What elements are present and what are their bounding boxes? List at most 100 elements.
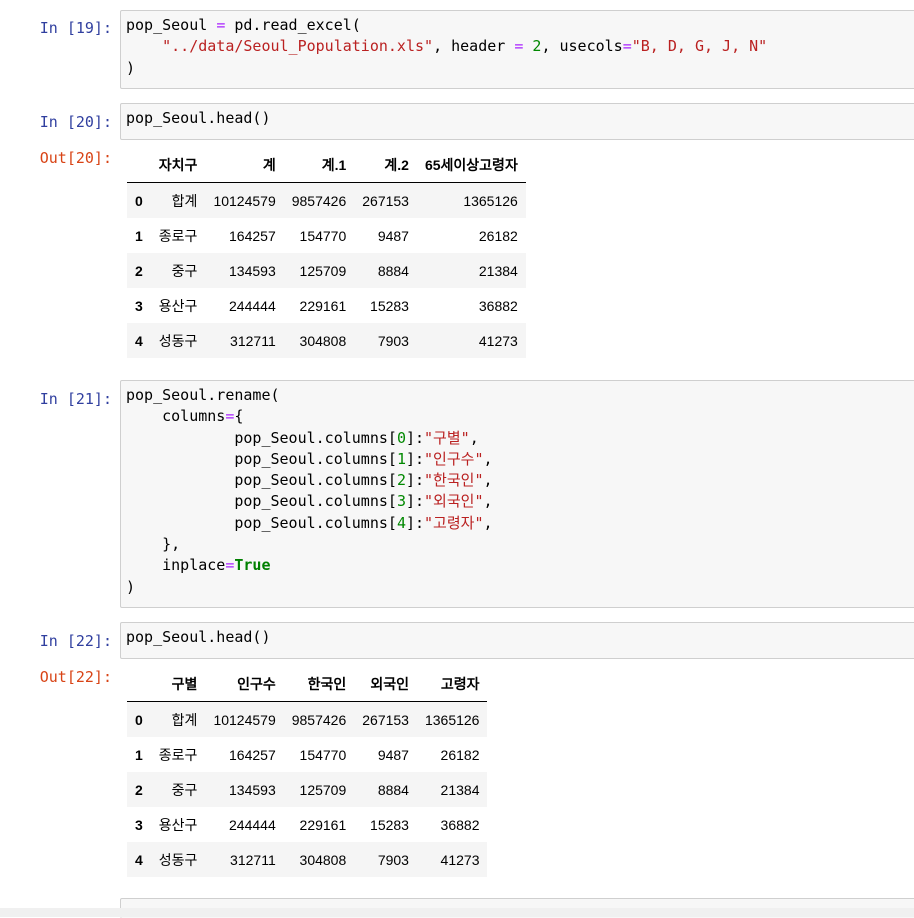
column-header: 인구수 — [205, 667, 284, 702]
output-prompt: Out[22]: — [39, 668, 112, 686]
code-editor[interactable]: pop_Seoul = pd.read_excel( "../data/Seou… — [120, 10, 914, 89]
code-editor[interactable]: pop_Seoul.head() — [120, 103, 914, 140]
table-cell: 125709 — [299, 262, 347, 279]
table-cell: 8884 — [377, 262, 409, 279]
code-token: = — [622, 37, 632, 56]
code-text[interactable]: pop_Seoul = pd.read_excel( "../data/Seou… — [121, 11, 914, 83]
row-index: 4 — [135, 851, 143, 868]
output-prompt: Out[20]: — [39, 149, 112, 167]
code-token: "외국인" — [424, 492, 484, 511]
table-cell: 164257 — [229, 746, 276, 763]
code-token: 3 — [396, 492, 406, 511]
input-prompt: In [19]: — [39, 19, 112, 37]
column-header: 외국인 — [354, 667, 417, 702]
input-prompt: In [22]: — [39, 632, 112, 650]
column-header: 계.2 — [354, 148, 417, 183]
index-header — [127, 148, 151, 183]
code-token: "인구수" — [424, 449, 484, 468]
table-header-row: 구별 인구수 한국인 외국인 고령자 — [127, 667, 488, 702]
table-cell: 41273 — [440, 851, 480, 868]
column-header: 고령자 — [416, 667, 488, 702]
table-cell: 164257 — [229, 227, 276, 244]
code-token: 1 — [396, 449, 406, 468]
table-cell: 229161 — [299, 816, 347, 833]
table-cell: 21384 — [440, 781, 480, 798]
code-editor[interactable]: pop_Seoul.rename( columns={ pop_Seoul.co… — [120, 380, 914, 608]
code-token: "../data/Seoul_Population.xls" — [162, 37, 434, 56]
code-text[interactable]: pop_Seoul.head() — [121, 104, 914, 133]
code-text[interactable]: pop_Seoul.head() — [121, 623, 914, 652]
column-header: 자치구 — [150, 148, 206, 183]
table-row: 0 합계 10124579 9857426 267153 1365126 — [127, 182, 526, 218]
code-token: "한국인" — [424, 471, 484, 490]
table-cell: 134593 — [229, 781, 276, 798]
table-cell: 134593 — [229, 262, 276, 279]
table-cell: 154770 — [299, 746, 347, 763]
code-token: = — [216, 16, 226, 34]
code-token: , — [469, 428, 479, 447]
code-text[interactable]: pop_Seoul.rename( columns={ pop_Seoul.co… — [121, 381, 914, 602]
table-cell: 229161 — [299, 297, 347, 314]
table-cell: 36882 — [440, 816, 480, 833]
code-token: ]: — [405, 449, 425, 468]
code-token: , — [483, 471, 493, 490]
code-token: pop_Seoul.columns[ — [126, 513, 397, 532]
code-token: ]: — [405, 471, 425, 490]
code-token: "고령자" — [424, 513, 484, 532]
table-cell: 21384 — [478, 262, 518, 279]
row-index: 0 — [135, 711, 143, 728]
row-index: 3 — [135, 297, 143, 314]
code-token: pop_Seoul.head() — [126, 109, 271, 127]
dataframe-output: 구별 인구수 한국인 외국인 고령자 0 합계 10124579 9857426 267153 1… — [127, 667, 488, 877]
table-cell: 15283 — [370, 816, 409, 833]
column-header: 구별 — [150, 667, 206, 702]
code-token: "구별" — [424, 428, 470, 447]
table-cell: 1365126 — [463, 192, 518, 209]
table-row: 3 용산구 244444 229161 15283 36882 — [127, 288, 526, 323]
code-token: pop_Seoul — [126, 16, 217, 34]
table-cell: 7903 — [377, 851, 409, 868]
table-cell: 10124579 — [213, 192, 276, 209]
code-token: ]: — [405, 492, 425, 511]
code-token: ) — [126, 577, 136, 596]
table-row: 4 성동구 312711 304808 7903 41273 — [127, 842, 488, 877]
table-row: 1 종로구 164257 154770 9487 26182 — [127, 737, 487, 772]
table-cell: 267153 — [362, 711, 409, 728]
column-header: 계.1 — [283, 148, 355, 183]
code-token: , usecols — [541, 37, 623, 56]
code-token: pop_Seoul.head() — [126, 628, 271, 646]
table-cell: 종로구 — [158, 746, 198, 763]
table-cell: 성동구 — [158, 851, 198, 868]
code-editor[interactable]: pop_Seoul.head() — [120, 622, 914, 659]
code-token: 2 — [396, 471, 406, 490]
table-row: 2 중구 134593 125709 8884 21384 — [127, 253, 526, 288]
table-cell: 312711 — [230, 332, 276, 349]
code-token: , — [483, 492, 493, 511]
input-prompt: In [20]: — [39, 113, 112, 131]
table-row: 2 중구 134593 125709 8884 21384 — [127, 772, 488, 807]
table-cell: 9857426 — [291, 192, 347, 209]
row-index: 1 — [135, 746, 143, 763]
row-index: 1 — [135, 227, 143, 244]
code-token: pop_Seoul.columns[ — [126, 471, 397, 490]
table-cell: 합계 — [171, 711, 198, 728]
code-token: ) — [126, 58, 136, 77]
table-row: 4 성동구 312711 304808 7903 41273 — [127, 323, 526, 358]
code-token: ]: — [405, 428, 425, 447]
table-cell: 7903 — [377, 332, 409, 349]
table-row: 0 합계 10124579 9857426 267153 1365126 — [127, 701, 488, 737]
code-token: "B, D, G, J, N" — [631, 37, 768, 56]
code-token: True — [234, 556, 271, 575]
code-token: pd.read_excel( — [225, 16, 361, 34]
table-cell: 125709 — [299, 781, 347, 798]
horizontal-scrollbar[interactable] — [0, 908, 914, 917]
column-header: 65세이상고령자 — [416, 148, 526, 183]
table-cell: 용산구 — [158, 816, 198, 833]
table-cell: 26182 — [440, 746, 480, 763]
table-cell: 304808 — [299, 332, 347, 349]
table-header-row: 자치구 계 계.1 계.2 65세이상고령자 — [127, 148, 526, 183]
table-cell: 154770 — [299, 227, 347, 244]
table-cell: 중구 — [171, 262, 198, 279]
table-cell: 267153 — [362, 192, 409, 209]
